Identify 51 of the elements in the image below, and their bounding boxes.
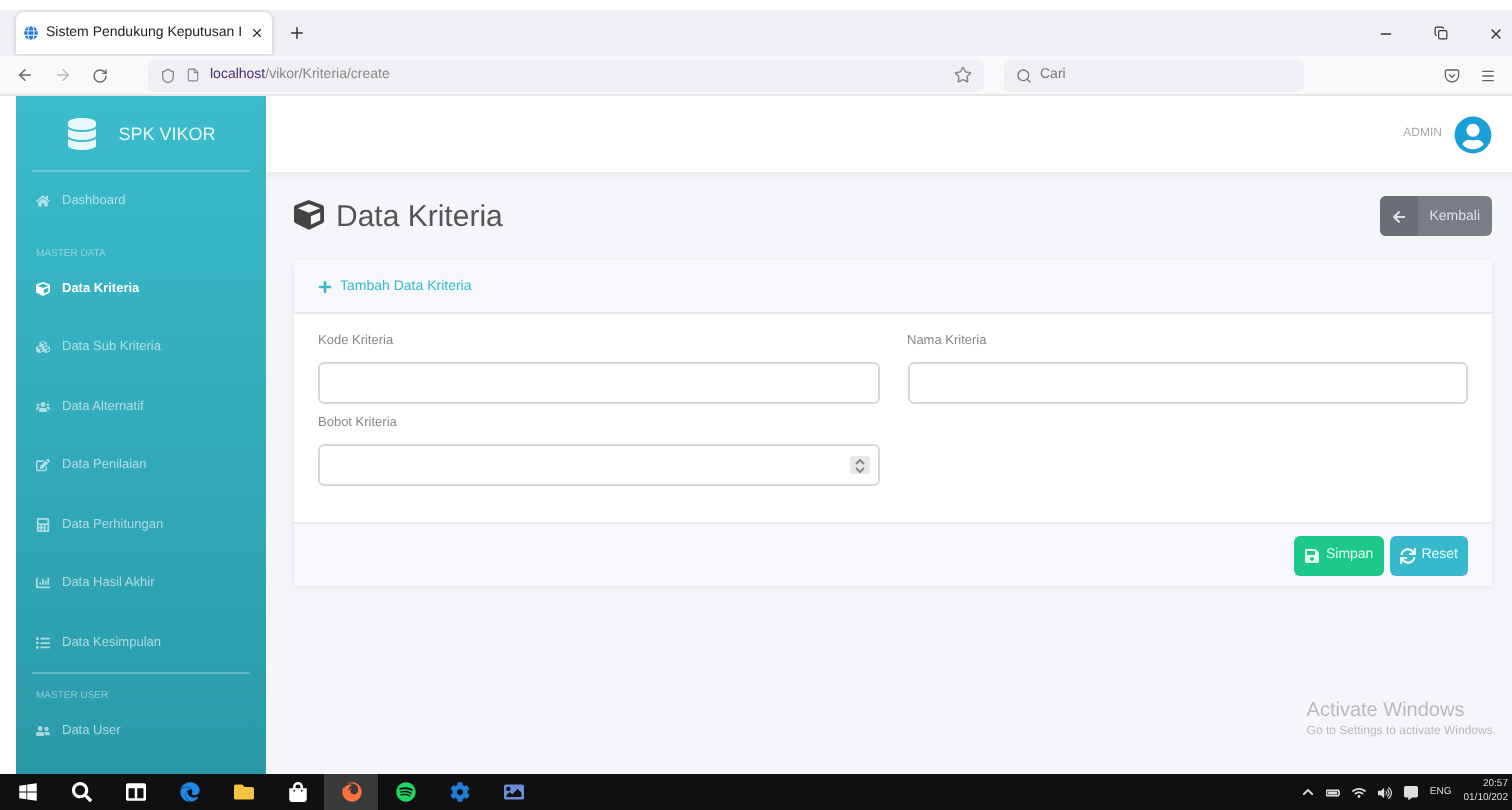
gear-icon — [449, 782, 469, 802]
save-icon — [1303, 547, 1320, 563]
database-icon — [66, 117, 99, 149]
wifi-icon — [1351, 785, 1366, 799]
globe-icon — [24, 26, 38, 40]
refresh-icon — [1399, 547, 1416, 563]
activation-title: Activate Windows — [1306, 700, 1467, 722]
reload-icon[interactable] — [92, 67, 108, 83]
restore-icon[interactable] — [1434, 25, 1448, 39]
page-title: Data Kriteria — [294, 199, 503, 233]
new-tab-icon[interactable] — [288, 24, 306, 42]
users-icon — [36, 724, 50, 739]
cube-icon — [36, 281, 50, 296]
notification-icon — [1403, 785, 1418, 799]
brand-name: SPK VIKOR — [118, 123, 216, 143]
arrow-left-icon — [1391, 209, 1406, 223]
task-view-icon — [125, 782, 145, 802]
menu-icon[interactable] — [1480, 67, 1496, 83]
windows-icon — [17, 782, 37, 802]
home-icon — [36, 194, 50, 209]
cube-icon — [294, 199, 324, 229]
search-icon — [1016, 67, 1032, 83]
spinner-icon — [849, 456, 869, 474]
spotify-icon — [395, 782, 415, 802]
image-icon — [503, 782, 523, 802]
cubes-icon — [36, 340, 50, 355]
calculator-icon — [36, 517, 50, 532]
shield-icon — [160, 67, 176, 83]
list-icon — [36, 635, 50, 650]
battery-icon — [1325, 785, 1340, 799]
users-icon — [36, 399, 50, 414]
search-icon — [71, 782, 91, 802]
avatar-icon[interactable] — [1454, 115, 1492, 153]
input-field[interactable] — [318, 444, 879, 486]
input-field[interactable] — [318, 362, 879, 404]
pocket-icon[interactable] — [1444, 67, 1460, 83]
plus-icon — [318, 279, 332, 293]
edit-icon — [36, 458, 50, 473]
folder-icon — [233, 782, 253, 802]
firefox-icon — [341, 782, 361, 802]
chevron-up-icon — [1301, 786, 1314, 798]
input-field[interactable] — [907, 362, 1468, 404]
close-icon — [250, 26, 264, 40]
bag-icon — [287, 782, 307, 802]
close-icon[interactable] — [1488, 25, 1504, 41]
page-icon — [186, 68, 200, 82]
edge-icon — [179, 782, 199, 802]
volume-icon — [1377, 785, 1392, 799]
bar-chart-icon — [36, 576, 50, 591]
back-icon[interactable] — [16, 66, 34, 84]
star-icon — [954, 66, 972, 84]
